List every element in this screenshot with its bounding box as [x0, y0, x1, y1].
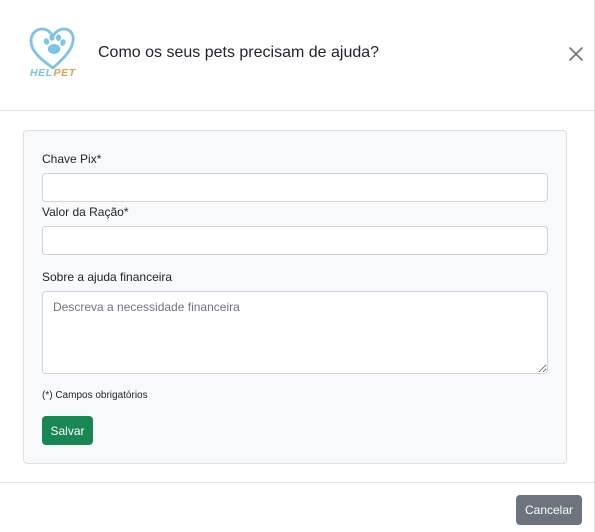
- financial-help-form: Chave Pix* Valor da Ração* Sobre a ajuda…: [23, 130, 567, 464]
- helpet-logo: HEL PET: [25, 24, 81, 80]
- save-button[interactable]: Salvar: [42, 416, 93, 445]
- ration-value-input[interactable]: [42, 226, 548, 255]
- pix-key-input[interactable]: [42, 173, 548, 202]
- ration-value-label: Valor da Ração*: [42, 205, 129, 219]
- close-icon: [569, 47, 583, 61]
- pix-key-label: Chave Pix*: [42, 152, 102, 166]
- svg-text:HEL: HEL: [30, 67, 53, 79]
- paw-heart-logo-icon: HEL PET: [29, 27, 77, 79]
- modal-footer: Cancelar: [0, 482, 594, 532]
- financial-help-textarea[interactable]: [42, 291, 548, 374]
- close-button[interactable]: [565, 43, 587, 65]
- financial-help-label: Sobre a ajuda financeira: [42, 270, 173, 284]
- svg-text:PET: PET: [54, 67, 77, 79]
- required-fields-note: (*) Campos obrigatórios: [42, 390, 148, 401]
- help-request-modal: HEL PET Como os seus pets precisam de aj…: [0, 0, 595, 532]
- modal-title: Como os seus pets precisam de ajuda?: [98, 44, 380, 61]
- modal-header: HEL PET Como os seus pets precisam de aj…: [0, 0, 594, 111]
- cancel-button[interactable]: Cancelar: [516, 495, 582, 525]
